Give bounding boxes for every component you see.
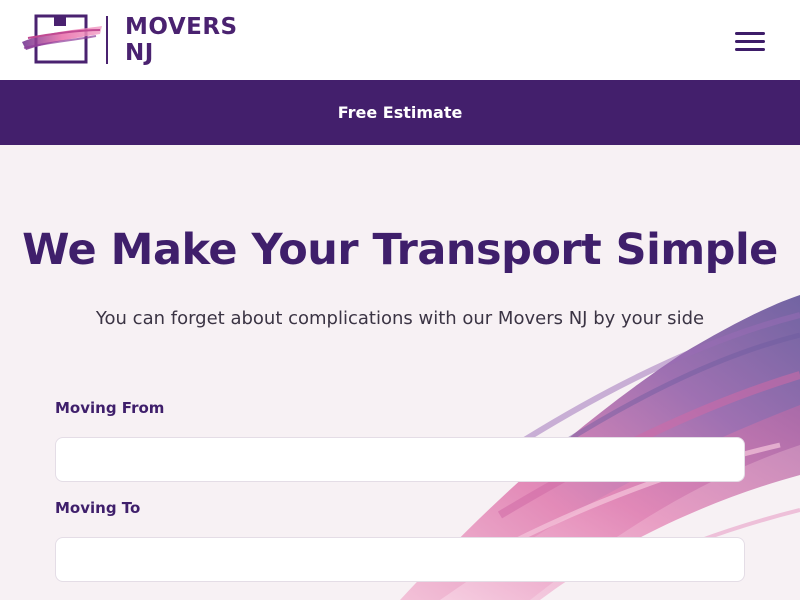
logo[interactable]: MOVERS NJ (20, 12, 250, 68)
menu-bar-middle (735, 40, 765, 43)
brush-stroke-decoration (400, 295, 800, 600)
box-logo-icon (22, 14, 102, 64)
logo-line-1: MOVERS (125, 14, 238, 40)
moving-to-label: Moving To (55, 499, 141, 517)
menu-bar-bottom (735, 48, 765, 51)
hero-subtitle: You can forget about complications with … (95, 308, 705, 329)
logo-divider (106, 16, 108, 64)
hero-title: We Make Your Transport Simple (22, 225, 778, 275)
free-estimate-banner[interactable]: Free Estimate (0, 80, 800, 145)
logo-text: MOVERS NJ (125, 14, 238, 66)
moving-to-input[interactable] (55, 537, 745, 582)
hamburger-menu-icon[interactable] (733, 28, 767, 56)
logo-line-2: NJ (125, 40, 154, 66)
free-estimate-link[interactable]: Free Estimate (338, 103, 463, 122)
moving-from-input[interactable] (55, 437, 745, 482)
site-header: MOVERS NJ (0, 0, 800, 80)
hero-section: We Make Your Transport Simple You can fo… (0, 145, 800, 600)
moving-from-label: Moving From (55, 399, 165, 417)
menu-bar-top (735, 32, 765, 35)
